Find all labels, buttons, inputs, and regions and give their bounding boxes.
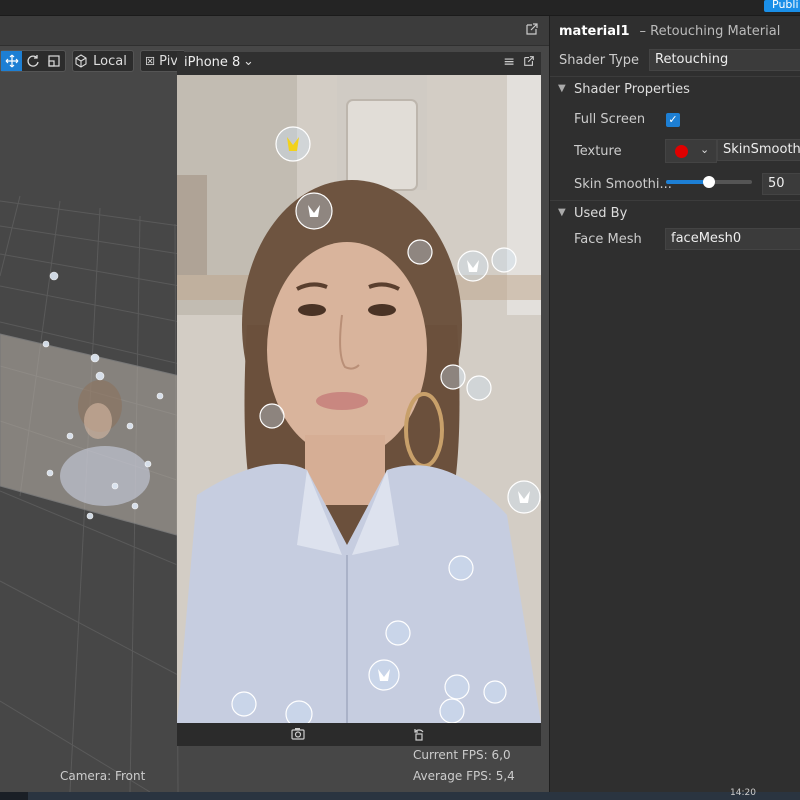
chevron-down-icon[interactable]: ⌄ (243, 54, 254, 69)
current-fps-label: Current FPS: (413, 748, 488, 762)
external-link-icon[interactable] (523, 55, 535, 67)
scene-grid[interactable] (0, 76, 180, 792)
color-dot (675, 145, 688, 158)
full-screen-label: Full Screen (574, 112, 646, 127)
viewport-header (0, 16, 549, 46)
shader-type-label: Shader Type (559, 53, 640, 68)
material-type: – Retouching Material (639, 24, 781, 39)
publish-button[interactable]: Publi (764, 0, 800, 12)
menu-icon[interactable]: ≡ (503, 54, 515, 70)
move-icon[interactable] (1, 51, 23, 71)
full-screen-checkbox[interactable]: ✓ (666, 113, 680, 127)
flip-camera-icon[interactable] (411, 726, 427, 742)
fps-stats: Current FPS: 6,0 Average FPS: 5,4 (413, 745, 515, 787)
skin-smoothing-row: Skin Smoothi... 50 (550, 172, 800, 198)
used-by-label: Used By (574, 206, 628, 221)
shader-properties-section[interactable]: ▼ Shader Properties (550, 76, 800, 102)
material-name: material1 (559, 24, 630, 39)
texture-label: Texture (574, 144, 622, 159)
local-space-button[interactable]: Local (72, 50, 134, 72)
current-fps-value: 6,0 (491, 748, 511, 762)
full-screen-row: Full Screen ✓ (550, 107, 800, 133)
inspector-panel: material1 – Retouching Material Shader Ty… (549, 16, 800, 792)
transform-toolbar: Local Piv (0, 50, 184, 74)
face-mesh-link[interactable]: faceMesh0 (665, 228, 800, 250)
used-by-section[interactable]: ▼ Used By (550, 200, 800, 226)
shader-type-select[interactable]: Retouching (649, 49, 800, 71)
average-fps-value: 5,4 (495, 769, 515, 783)
texture-select[interactable]: SkinSmoothing (717, 139, 800, 161)
transform-tool-group (0, 50, 66, 72)
slider-handle[interactable] (703, 176, 715, 188)
skin-smoothing-label: Skin Smoothi... (574, 177, 672, 192)
texture-row: Texture ⌄ SkinSmoothing (550, 139, 800, 165)
rotate-icon[interactable] (22, 51, 43, 71)
skin-smoothing-input[interactable]: 50 (762, 173, 800, 195)
chevron-down-icon: ▼ (558, 83, 566, 94)
os-taskbar: 14:20 (0, 788, 800, 800)
texture-color-picker[interactable]: ⌄ (665, 139, 717, 163)
checkmark-icon: ✓ (668, 113, 678, 126)
external-link-icon[interactable] (525, 22, 539, 36)
device-selector-label[interactable]: iPhone 8 (184, 55, 240, 70)
scene-viewport[interactable]: Local Piv iPhone 8 ⌄ ≡ Current FPS: 6,0 … (0, 16, 549, 792)
camera-feed-image (177, 75, 541, 723)
average-fps-label: Average FPS: (413, 769, 492, 783)
taskbar-app-strip (28, 792, 800, 800)
face-mesh-row: Face Mesh faceMesh0 (550, 227, 800, 253)
face-mesh-label: Face Mesh (574, 232, 642, 247)
shader-type-row: Shader Type Retouching (550, 48, 800, 74)
top-bar: Publi (0, 0, 800, 16)
pivot-icon (146, 56, 155, 66)
device-preview-footer (177, 723, 541, 746)
inspector-title: material1 – Retouching Material (559, 24, 780, 39)
camera-label: Camera: Front (60, 769, 146, 783)
scale-icon[interactable] (44, 51, 65, 71)
skin-smoothing-slider[interactable] (666, 176, 752, 188)
camera-capture-icon[interactable] (290, 726, 306, 742)
chevron-down-icon: ▼ (558, 207, 566, 218)
taskbar-clock: 14:20 (730, 788, 756, 798)
chevron-down-icon: ⌄ (700, 143, 710, 156)
cube-icon (75, 54, 87, 68)
device-preview-header: iPhone 8 ⌄ ≡ (177, 52, 541, 75)
shader-properties-label: Shader Properties (574, 82, 690, 97)
device-preview-canvas[interactable] (177, 75, 541, 723)
local-space-label: Local (93, 53, 127, 69)
